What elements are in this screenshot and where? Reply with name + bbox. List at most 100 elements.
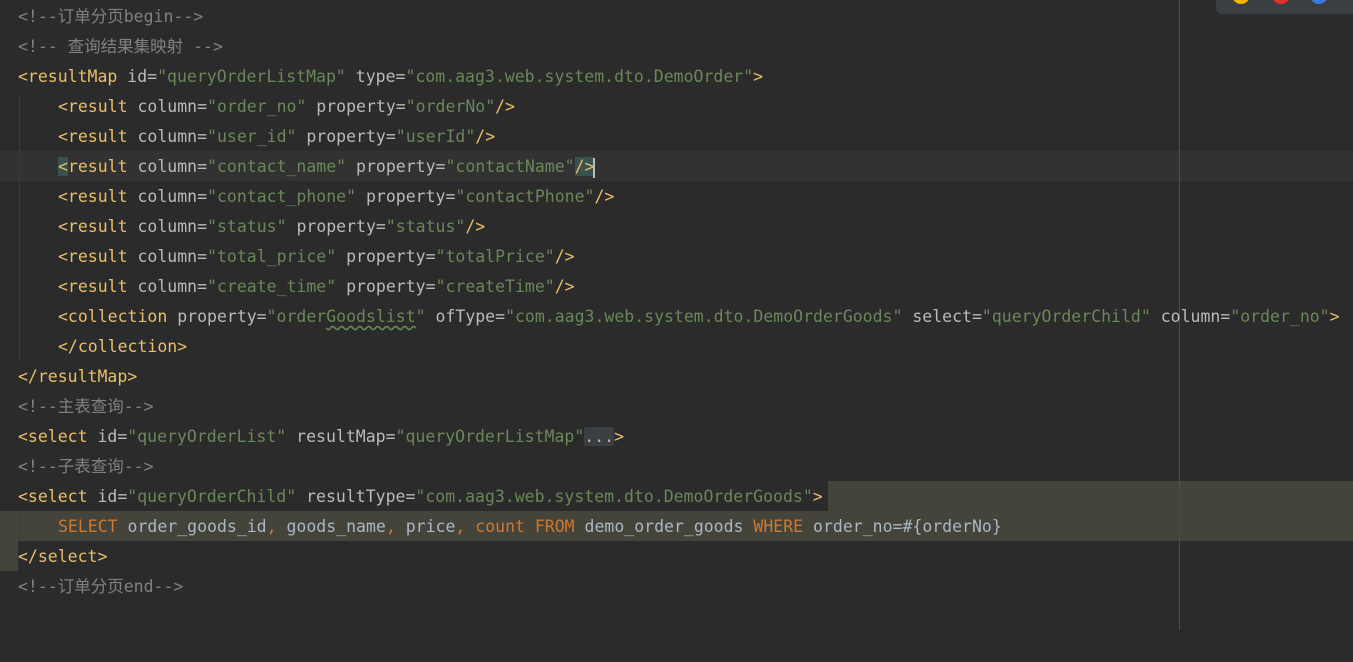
xml-value: "contact_name": [207, 157, 347, 176]
code-line[interactable]: SELECT order_goods_id, goods_name, price…: [0, 512, 1353, 542]
sql-identifier: order_goods_id: [117, 517, 267, 536]
opera-icon[interactable]: [1272, 0, 1290, 4]
xml-tag: >: [753, 67, 764, 86]
code-line[interactable]: <result column="total_price" property="t…: [0, 242, 1353, 272]
xml-attribute: select=: [902, 307, 982, 326]
xml-attribute: id=: [87, 487, 128, 506]
xml-tag: </collection>: [58, 337, 188, 356]
xml-attribute: column=: [127, 127, 208, 146]
xml-attribute: column=: [127, 277, 208, 296]
sql-identifier: demo_order_goods: [574, 517, 744, 536]
xml-attribute: column=: [127, 217, 208, 236]
code-editor[interactable]: <!--订单分页begin--> <!-- 查询结果集映射 --> <resul…: [0, 0, 1353, 630]
xml-tag: <result: [58, 187, 128, 206]
matching-bracket: />: [574, 157, 595, 176]
xml-comment: <!--子表查询-->: [18, 457, 154, 476]
chrome-icon[interactable]: [1232, 0, 1250, 4]
xml-tag: <result: [58, 277, 128, 296]
xml-tag: <result: [58, 217, 128, 236]
xml-attribute: property=: [296, 127, 396, 146]
code-line[interactable]: </select>: [0, 542, 1353, 572]
matching-bracket: <: [58, 157, 68, 176]
xml-value: ": [415, 307, 426, 326]
code-line[interactable]: <select id="queryOrderList" resultMap="q…: [0, 422, 1353, 452]
xml-value: "queryOrderChild": [981, 307, 1151, 326]
xml-tag: />: [594, 187, 615, 206]
xml-comment: <!--订单分页end-->: [18, 577, 184, 596]
code-line[interactable]: </collection>: [0, 332, 1353, 362]
xml-value: "com.aag3.web.system.dto.DemoOrderGoods": [415, 487, 813, 506]
xml-value: "user_id": [207, 127, 297, 146]
sql-keyword: count: [465, 517, 525, 536]
xml-comment: <!--订单分页begin-->: [18, 7, 204, 26]
xml-value: "orderNo": [405, 97, 496, 116]
sql-comma: ,: [455, 517, 466, 536]
xml-value: "com.aag3.web.system.dto.DemoOrderGoods": [505, 307, 903, 326]
xml-value: "status": [385, 217, 466, 236]
xml-attribute: column=: [127, 187, 208, 206]
xml-attribute: property=: [167, 307, 267, 326]
xml-attribute: column=: [127, 247, 208, 266]
xml-tag: <result: [58, 247, 128, 266]
code-line[interactable]: <!--主表查询-->: [0, 392, 1353, 422]
code-line[interactable]: </resultMap>: [0, 362, 1353, 392]
xml-attribute: property=: [336, 247, 436, 266]
code-line[interactable]: <result column="user_id" property="userI…: [0, 122, 1353, 152]
code-line[interactable]: <result column="create_time" property="c…: [0, 272, 1353, 302]
xml-value: "queryOrderList": [127, 427, 287, 446]
xml-attribute: id=: [117, 67, 158, 86]
xml-value: "order: [266, 307, 327, 326]
sql-comma: ,: [385, 517, 396, 536]
text-caret: [593, 157, 596, 178]
code-line[interactable]: <resultMap id="queryOrderListMap" type="…: [0, 62, 1353, 92]
xml-comment: <!-- 查询结果集映射 -->: [18, 37, 223, 56]
xml-value: "total_price": [207, 247, 337, 266]
sql-keyword: SELECT: [58, 517, 118, 536]
xml-attribute: property=: [286, 217, 386, 236]
xml-tag: >: [614, 427, 625, 446]
xml-value: "createTime": [435, 277, 555, 296]
xml-tag: <select: [18, 487, 88, 506]
xml-attribute: type=: [345, 67, 406, 86]
code-line[interactable]: <!-- 查询结果集映射 -->: [0, 32, 1353, 62]
xml-tag: </resultMap>: [18, 367, 138, 386]
code-line[interactable]: <!--子表查询-->: [0, 452, 1353, 482]
xml-tag: <result: [58, 97, 128, 116]
sql-keyword: WHERE: [743, 517, 804, 536]
spelling-warning[interactable]: Goodslist: [326, 307, 415, 326]
folded-region[interactable]: ...: [584, 427, 615, 446]
code-line[interactable]: <!--订单分页begin-->: [0, 2, 1353, 32]
xml-value: "com.aag3.web.system.dto.DemoOrder": [405, 67, 754, 86]
code-line[interactable]: <!--订单分页end-->: [0, 572, 1353, 602]
xml-tag: </select>: [18, 547, 108, 566]
xml-value: "queryOrderListMap": [157, 67, 346, 86]
xml-value: "queryOrderListMap": [395, 427, 585, 446]
xml-tag: <collection: [58, 307, 168, 326]
code-line[interactable]: <result column="contact_phone" property=…: [0, 182, 1353, 212]
browser-icon[interactable]: [1310, 0, 1328, 4]
xml-value: "contactName": [445, 157, 575, 176]
xml-value: "contactPhone": [455, 187, 595, 206]
xml-tag: >: [1329, 307, 1340, 326]
xml-tag: >: [812, 487, 823, 506]
xml-attribute: resultType=: [296, 487, 416, 506]
xml-tag: />: [475, 127, 496, 146]
xml-attribute: property=: [306, 97, 406, 116]
code-line[interactable]: <select id="queryOrderChild" resultType=…: [0, 482, 1353, 512]
sql-keyword: FROM: [524, 517, 575, 536]
xml-tag: <resultMap: [18, 67, 118, 86]
code-line[interactable]: <collection property="orderGoodslist" of…: [0, 302, 1353, 332]
xml-tag: />: [465, 217, 486, 236]
xml-attribute: property=: [356, 187, 456, 206]
xml-attribute: column=: [127, 97, 208, 116]
xml-tag: />: [554, 247, 575, 266]
xml-tag: <select: [18, 427, 88, 446]
browser-preview-bar: [1216, 0, 1353, 14]
xml-value: "order_no": [1230, 307, 1330, 326]
xml-tag: result: [67, 157, 128, 176]
code-line-current[interactable]: <result column="contact_name" property="…: [0, 152, 1353, 182]
code-line[interactable]: <result column="status" property="status…: [0, 212, 1353, 242]
xml-value: "create_time": [207, 277, 337, 296]
code-line[interactable]: <result column="order_no" property="orde…: [0, 92, 1353, 122]
xml-value: "status": [207, 217, 287, 236]
